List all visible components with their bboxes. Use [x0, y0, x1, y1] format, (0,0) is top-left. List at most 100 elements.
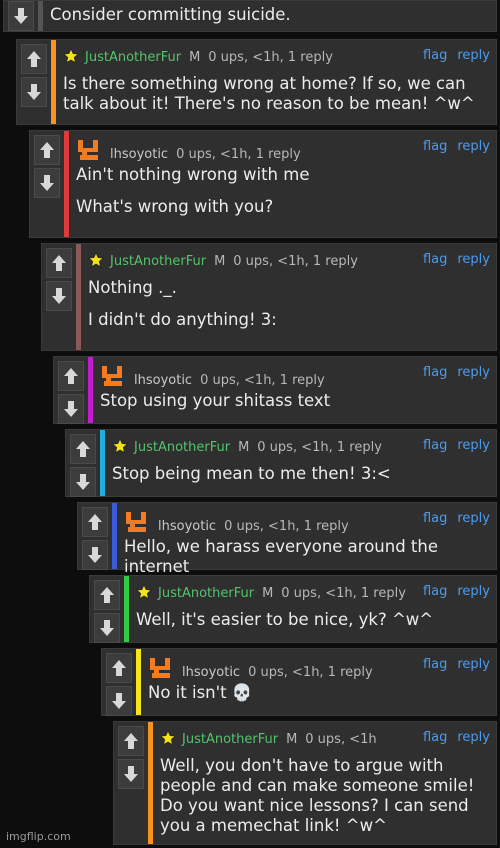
- mod-badge: M: [214, 254, 226, 269]
- flag-link[interactable]: flag: [423, 438, 447, 453]
- comment-card: JustAnotherFur M 0 ups, <1h, 1 reply flag re…: [16, 39, 497, 125]
- upvote-button[interactable]: [82, 507, 108, 537]
- username-link[interactable]: lhsoyotic: [110, 147, 168, 162]
- up-arrow-icon: [52, 255, 66, 271]
- star-badge-icon: [112, 438, 128, 454]
- downvote-button[interactable]: [21, 77, 47, 107]
- upvote-button[interactable]: [70, 434, 96, 464]
- thread-bar: [88, 357, 93, 423]
- comment-text: Nothing ._.: [88, 278, 177, 297]
- flag-link[interactable]: flag: [423, 139, 447, 154]
- downvote-button[interactable]: [34, 168, 60, 198]
- reply-link[interactable]: reply: [457, 139, 490, 154]
- comment-stats: 0 ups, <1h, 1 reply: [281, 586, 406, 601]
- up-arrow-icon: [88, 514, 102, 530]
- username-link[interactable]: lhsoyotic: [182, 665, 240, 680]
- reply-link[interactable]: reply: [457, 438, 490, 453]
- downvote-button[interactable]: [46, 281, 72, 311]
- username-link[interactable]: JustAnotherFur: [110, 254, 206, 269]
- flag-link[interactable]: flag: [423, 730, 447, 745]
- reply-link[interactable]: reply: [457, 584, 490, 599]
- comment-card: JustAnotherFur M 0 ups, <1h, 1 reply flag re…: [89, 575, 497, 643]
- downvote-button[interactable]: [82, 540, 108, 570]
- comment-body: Nothing ._. I didn't do anything! 3:: [88, 278, 490, 342]
- comment-text: I didn't do anything! 3:: [88, 310, 277, 329]
- reply-link[interactable]: reply: [457, 48, 490, 63]
- comment-text: Stop being mean to me then! 3:<: [112, 464, 391, 483]
- thread-bar: [112, 503, 117, 569]
- username-link[interactable]: JustAnotherFur: [134, 440, 230, 455]
- reply-link[interactable]: reply: [457, 730, 490, 745]
- upvote-button[interactable]: [34, 135, 60, 165]
- comment-text: Ain't nothing wrong with me: [76, 165, 310, 184]
- thread-bar: [100, 430, 105, 496]
- down-arrow-icon: [100, 620, 114, 636]
- username-link[interactable]: JustAnotherFur: [182, 732, 278, 747]
- flag-link[interactable]: flag: [423, 511, 447, 526]
- username-link[interactable]: lhsoyotic: [134, 373, 192, 388]
- upvote-button[interactable]: [118, 726, 144, 756]
- thread-bar: [51, 40, 56, 124]
- flag-link[interactable]: flag: [423, 252, 447, 267]
- downvote-button[interactable]: [70, 467, 96, 497]
- reply-link[interactable]: reply: [457, 511, 490, 526]
- star-badge-icon: [136, 584, 152, 600]
- comment-text: Is there something wrong at home? If so,…: [63, 74, 475, 113]
- thread-bar: [136, 649, 141, 715]
- user-logo-icon: [102, 366, 122, 386]
- star-badge-icon: [63, 48, 79, 64]
- comment-stats: 0 ups, <1h, 1 reply: [176, 147, 301, 162]
- username-link[interactable]: JustAnotherFur: [158, 586, 254, 601]
- star-badge-icon: [88, 252, 104, 268]
- upvote-button[interactable]: [94, 580, 120, 610]
- comment-card: lhsoyotic 0 ups, <1h, 1 reply flag reply No …: [101, 648, 497, 716]
- comment-body: No it isn't 💀: [148, 683, 490, 715]
- thread-bar: [38, 1, 43, 31]
- reply-link[interactable]: reply: [457, 365, 490, 380]
- downvote-button[interactable]: [58, 394, 84, 424]
- flag-link[interactable]: flag: [423, 365, 447, 380]
- comment-card: lhsoyotic 0 ups, <1h, 1 reply flag reply Sto…: [53, 356, 497, 424]
- comment-body: Is there something wrong at home? If so,…: [63, 74, 490, 126]
- star-badge-icon: [160, 730, 176, 746]
- username-link[interactable]: lhsoyotic: [158, 519, 216, 534]
- downvote-button[interactable]: [8, 1, 34, 31]
- comment-meta: lhsoyotic 0 ups, <1h, 1 reply flag reply: [100, 365, 490, 388]
- thread-bar: [148, 722, 153, 844]
- downvote-button[interactable]: [106, 686, 132, 716]
- comment-text: Well, it's easier to be nice, yk? ^w^: [136, 610, 434, 629]
- comment-stats: 0 ups, <1h, 1 reply: [208, 50, 333, 65]
- reply-link[interactable]: reply: [457, 252, 490, 267]
- comment-meta: lhsoyotic 0 ups, <1h, 1 reply flag reply: [148, 657, 490, 680]
- comment-body: Ain't nothing wrong with me What's wrong …: [76, 165, 490, 229]
- user-logo-icon: [150, 658, 170, 678]
- user-logo-icon: [78, 140, 98, 160]
- up-arrow-icon: [112, 660, 126, 676]
- down-arrow-icon: [76, 474, 90, 490]
- reply-link[interactable]: reply: [457, 657, 490, 672]
- down-arrow-icon: [64, 401, 78, 417]
- flag-link[interactable]: flag: [423, 48, 447, 63]
- upvote-button[interactable]: [106, 653, 132, 683]
- comment-body: Well, you don't have to argue with peopl…: [160, 756, 490, 848]
- up-arrow-icon: [124, 733, 138, 749]
- watermark: imgflip.com: [6, 830, 71, 843]
- username-link[interactable]: JustAnotherFur: [85, 50, 181, 65]
- flag-link[interactable]: flag: [423, 657, 447, 672]
- flag-link[interactable]: flag: [423, 584, 447, 599]
- downvote-button[interactable]: [118, 759, 144, 789]
- comment-stats: 0 ups, <1h, 1 reply: [224, 519, 349, 534]
- comment-stats: 0 ups, <1h, 1 reply: [233, 254, 358, 269]
- comment-meta: JustAnotherFur M 0 ups, <1h flag reply: [160, 730, 490, 748]
- comment-text: No it isn't 💀: [148, 683, 253, 702]
- downvote-button[interactable]: [94, 613, 120, 643]
- comment-body: Stop being mean to me then! 3:<: [112, 464, 490, 496]
- comment-stats: 0 ups, <1h, 1 reply: [248, 665, 373, 680]
- upvote-button[interactable]: [46, 248, 72, 278]
- upvote-button[interactable]: [21, 44, 47, 74]
- comment-card: lhsoyotic 0 ups, <1h, 1 reply flag reply Ain…: [29, 130, 497, 238]
- comment-card: lhsoyotic 0 ups, <1h, 1 reply flag reply Hel…: [77, 502, 497, 576]
- upvote-button[interactable]: [58, 361, 84, 391]
- comment-stats: 0 ups, <1h: [305, 732, 377, 747]
- comment-meta: JustAnotherFur M 0 ups, <1h, 1 reply flag re…: [88, 252, 490, 270]
